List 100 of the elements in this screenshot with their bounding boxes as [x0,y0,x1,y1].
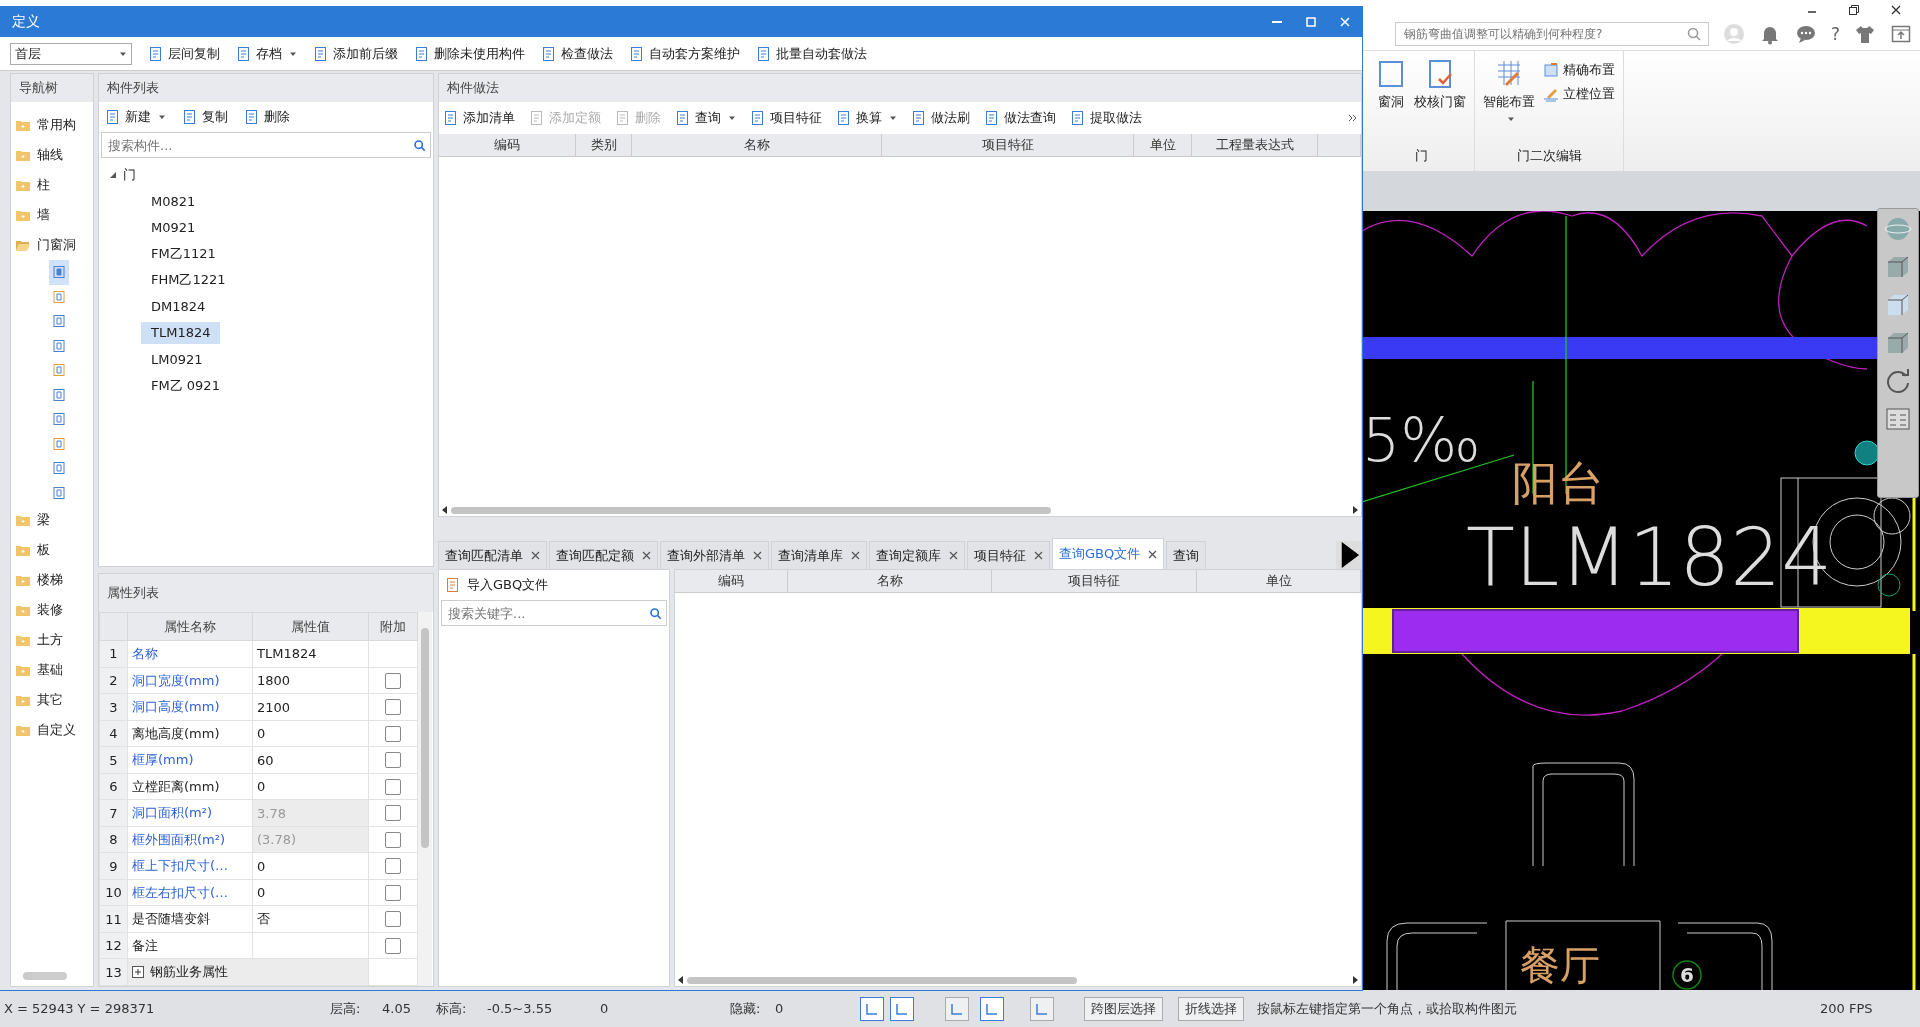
toolbar-button[interactable]: 做法刷 [911,109,970,127]
nav-tree-item[interactable]: 其它 [11,685,93,715]
attach-checkbox[interactable] [385,752,401,769]
query-tab[interactable]: 项目特征 [967,541,1050,569]
snap-toggle-button[interactable] [945,996,969,1021]
component-item[interactable]: FM乙 0921 [141,374,230,397]
floor-dropdown[interactable]: 首层 [10,42,132,65]
toolbar-button[interactable]: 提取做法 [1070,109,1142,127]
snap-toggle-button[interactable] [890,996,914,1021]
help-search-box[interactable]: 钢筋弯曲值调整可以精确到何种程度? [1394,22,1709,46]
query-tab[interactable]: 查询外部清单 [660,541,769,569]
nav-tree-item[interactable]: 自定义 [11,715,93,745]
tree-node[interactable]: 门 [123,166,136,185]
upload-window-icon[interactable] [1890,23,1912,45]
help-menu[interactable]: ? [1830,24,1840,44]
component-type-button[interactable] [49,260,69,285]
left-arrow-icon[interactable] [441,506,449,514]
close-icon[interactable] [851,551,860,560]
toolbar-button[interactable]: 批量自动套做法 [756,44,867,63]
toolbar-button[interactable]: 项目特征 [750,109,822,127]
toolbar-button[interactable]: 复制 [182,108,228,126]
toolbar-button[interactable]: 删除 [244,108,290,126]
ribbon-button[interactable]: 智能布置 [1483,55,1535,147]
more-icon[interactable] [1349,114,1357,122]
tab-scroll-button[interactable] [1336,541,1362,569]
close-icon[interactable] [642,551,651,560]
attach-checkbox[interactable] [385,831,401,848]
attach-checkbox[interactable] [385,884,401,901]
toolbar-button[interactable]: 添加前后缀 [313,44,398,63]
component-item[interactable]: TLM1824 [141,321,221,344]
property-value[interactable]: 0 [252,773,369,800]
nav-tree-item[interactable]: 装修 [11,595,93,625]
right-arrow-icon[interactable] [1351,976,1359,984]
component-item[interactable]: LM0921 [141,348,213,371]
snap-toggle-button[interactable] [860,996,884,1021]
restore-icon[interactable] [1848,4,1860,16]
collapse-arrow-icon[interactable] [109,171,117,180]
ribbon-button[interactable]: 立樘位置 [1543,85,1615,103]
scrollbar-thumb[interactable] [23,972,67,980]
attach-checkbox[interactable] [385,699,401,715]
component-item[interactable]: M0821 [141,190,206,213]
selection-mode-button[interactable]: 跨图层选择 [1084,996,1163,1021]
property-value[interactable]: 60 [252,746,369,774]
property-value[interactable]: 0 [252,852,369,880]
close-icon[interactable] [1034,551,1043,560]
attach-checkbox[interactable] [385,778,401,795]
nav-tree-item[interactable]: 楼梯 [11,565,93,595]
query-tab[interactable]: 查询清单库 [771,541,867,569]
property-value[interactable]: 0 [252,879,369,906]
attach-checkbox[interactable] [385,672,401,689]
component-item[interactable]: FHM乙1221 [141,269,236,292]
toolbar-button[interactable]: 删除未使用构件 [414,44,525,63]
import-button[interactable]: 导入GBQ文件 [439,570,669,600]
nav-tree-item[interactable]: 柱 [11,170,93,200]
query-tab[interactable]: 查询定额库 [869,541,965,569]
keyword-search-field[interactable]: 搜索关键字... [446,604,649,622]
attach-checkbox[interactable] [385,805,401,822]
property-value[interactable]: 2100 [252,693,369,721]
nav-tree-item[interactable]: 梁 [11,505,93,535]
component-search-field[interactable]: 搜索构件... [106,136,413,154]
left-arrow-icon[interactable] [677,976,685,984]
toolbar-button[interactable]: 检查做法 [541,44,613,63]
nav-tree-item[interactable]: 板 [11,535,93,565]
attach-checkbox[interactable] [385,911,401,928]
nav-tree-item[interactable]: 常用构 [11,110,93,140]
query-tab[interactable]: 查询GBQ文件 [1052,538,1165,569]
property-value[interactable]: 0 [252,720,369,747]
search-box[interactable]: 搜索关键字... [441,600,667,626]
attach-checkbox[interactable] [385,725,401,742]
component-item[interactable]: FM乙1121 [141,243,226,266]
toolbar-button[interactable]: 做法查询 [984,109,1056,127]
shirt-icon[interactable] [1854,23,1876,45]
close-icon[interactable] [753,551,762,560]
toolbar-button[interactable]: 查询 [675,109,736,127]
close-icon[interactable] [531,551,540,560]
list-grid-icon[interactable] [1884,405,1912,433]
snap-toggle-button[interactable] [980,996,1004,1021]
toolbar-button[interactable]: 层间复制 [148,44,220,63]
nav-tree-item[interactable]: 门窗洞 [11,230,93,260]
ribbon-button[interactable]: 窗洞 [1376,55,1406,147]
search-box[interactable]: 搜索构件... [101,132,431,158]
ribbon-button[interactable]: 校核门窗 [1414,55,1466,147]
property-value[interactable]: TLM1824 [252,640,369,668]
component-item[interactable]: M0921 [141,216,206,239]
toolbar-button[interactable]: 新建 [105,108,166,126]
component-item[interactable]: DM1824 [141,295,216,318]
toolbar-button[interactable]: 自动套方案维护 [629,44,740,63]
snap-toggle-button[interactable] [1030,996,1054,1021]
selection-mode-button[interactable]: 折线选择 [1178,996,1244,1021]
query-tab[interactable]: 查询匹配清单 [438,541,547,569]
nav-tree-item[interactable]: 墙 [11,200,93,230]
query-tab[interactable]: 查询 [1166,541,1207,569]
toolbar-button[interactable]: 换算 [836,109,897,127]
help-search-field[interactable]: 钢筋弯曲值调整可以精确到何种程度? [1401,26,1682,42]
right-arrow-icon[interactable] [1351,506,1359,514]
expand-icon[interactable] [132,966,144,979]
close-icon[interactable] [1890,4,1902,16]
attach-checkbox[interactable] [385,858,401,875]
close-icon[interactable] [949,551,958,560]
toolbar-button[interactable]: 存档 [236,44,297,63]
